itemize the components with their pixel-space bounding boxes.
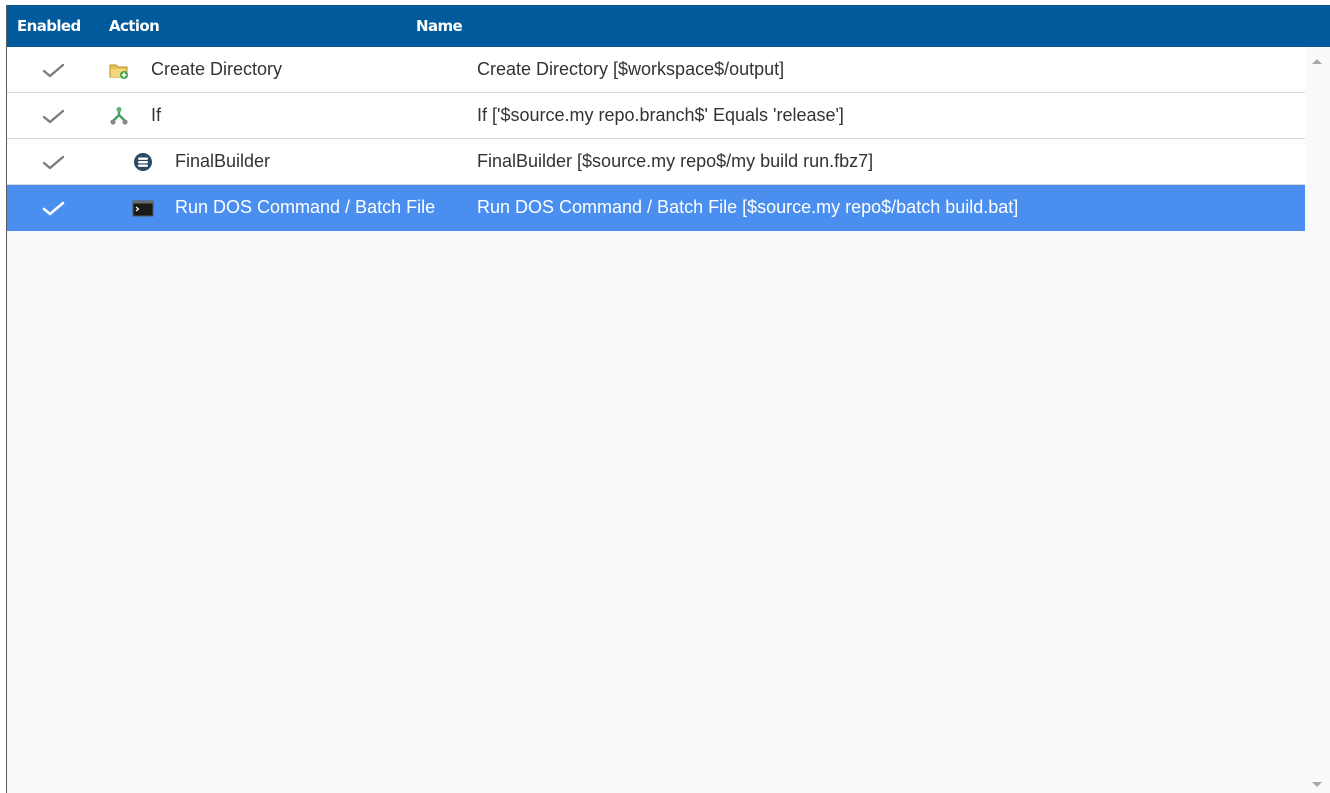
folder-add-icon xyxy=(109,64,128,79)
action-name: FinalBuilder [$source.my repo$/my build … xyxy=(477,151,874,171)
check-icon[interactable] xyxy=(41,197,67,219)
actions-grid: Enabled Action Name Create Directory Cre… xyxy=(6,5,1330,793)
column-header-action[interactable]: Action xyxy=(109,17,160,35)
table-row[interactable]: Run DOS Command / Batch File Run DOS Com… xyxy=(7,185,1306,231)
scroll-down-icon[interactable] xyxy=(1312,782,1322,787)
grid-body: Create Directory Create Directory [$work… xyxy=(7,47,1306,231)
column-header-enabled[interactable]: Enabled xyxy=(17,17,81,35)
grid-header: Enabled Action Name xyxy=(7,5,1330,47)
table-row[interactable]: If If ['$source.my repo.branch$' Equals … xyxy=(7,93,1306,139)
action-label: Create Directory xyxy=(151,59,283,79)
action-name: Create Directory [$workspace$/output] xyxy=(477,59,785,79)
scroll-up-icon[interactable] xyxy=(1312,59,1322,64)
action-name: If ['$source.my repo.branch$' Equals 're… xyxy=(477,105,844,125)
table-row[interactable]: FinalBuilder FinalBuilder [$source.my re… xyxy=(7,139,1306,185)
branch-icon xyxy=(110,107,128,125)
action-label: FinalBuilder xyxy=(175,151,271,171)
check-icon[interactable] xyxy=(41,105,67,127)
vertical-scrollbar[interactable] xyxy=(1305,47,1330,793)
action-name: Run DOS Command / Batch File [$source.my… xyxy=(477,197,1019,217)
action-label: Run DOS Command / Batch File xyxy=(175,197,436,218)
column-header-name[interactable]: Name xyxy=(416,17,463,35)
action-label: If xyxy=(151,105,162,125)
table-row[interactable]: Create Directory Create Directory [$work… xyxy=(7,47,1306,93)
console-icon xyxy=(132,200,154,217)
check-icon[interactable] xyxy=(41,151,67,173)
finalbuilder-icon xyxy=(134,153,152,171)
check-icon[interactable] xyxy=(41,59,67,81)
